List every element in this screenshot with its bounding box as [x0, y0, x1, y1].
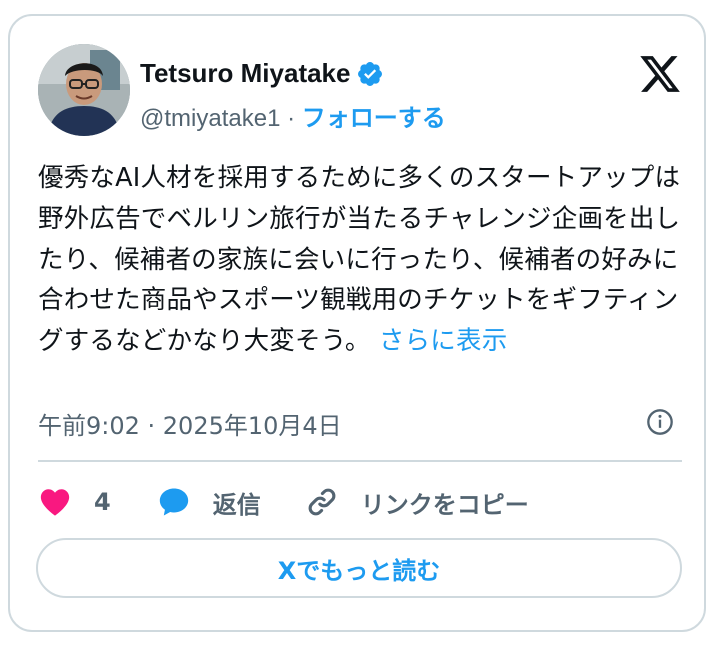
like-count: 4: [94, 488, 111, 516]
show-more-link[interactable]: さらに表示: [379, 326, 508, 356]
x-logo-icon[interactable]: [638, 52, 682, 96]
copy-link-button[interactable]: リンクをコピー: [305, 485, 529, 520]
read-more-on-x-button[interactable]: Xでもっと読む: [36, 538, 682, 598]
action-bar: 4 返信 リンクをコピー: [38, 482, 529, 522]
author-name-row[interactable]: Tetsuro Miyatake: [140, 58, 384, 89]
tweet-text-container: 優秀なAI人材を採用するために多くのスタートアップは野外広告でベルリン旅行が当た…: [38, 158, 688, 362]
copy-link-label: リンクをコピー: [360, 490, 529, 519]
separator: ·: [287, 105, 296, 132]
divider: [38, 460, 682, 462]
tweet-card: Tetsuro Miyatake @tmiyatake1 · フォローする 優秀…: [8, 14, 706, 632]
link-icon: [308, 488, 336, 516]
like-button[interactable]: 4: [38, 485, 157, 519]
reply-button[interactable]: 返信: [157, 485, 305, 520]
tweet-text: 優秀なAI人材を採用するために多くのスタートアップは野外広告でベルリン旅行が当た…: [38, 163, 681, 357]
verified-badge-icon: [358, 61, 383, 86]
heart-icon: [40, 489, 70, 516]
timestamp[interactable]: 午前9:02 · 2025年10月4日: [38, 406, 342, 441]
info-icon[interactable]: [646, 408, 674, 436]
author-handle[interactable]: @tmiyatake1: [140, 105, 280, 132]
follow-button[interactable]: フォローする: [302, 104, 446, 132]
reply-label: 返信: [212, 490, 261, 519]
avatar[interactable]: [38, 44, 130, 136]
reply-icon: [159, 488, 188, 516]
author-handle-row: @tmiyatake1 · フォローする: [140, 98, 446, 133]
author-name[interactable]: Tetsuro Miyatake: [140, 58, 350, 89]
